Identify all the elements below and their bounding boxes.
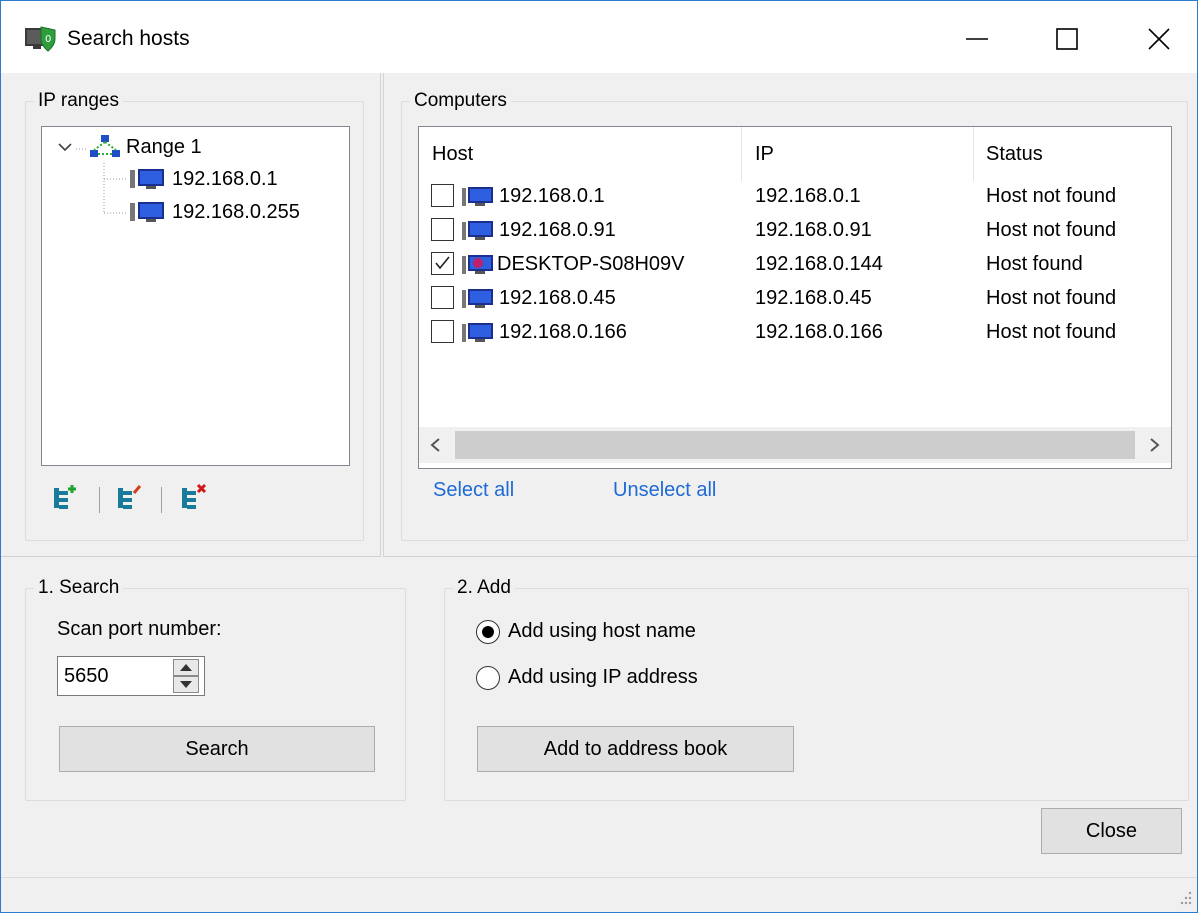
host-cell: DESKTOP-S08H09V xyxy=(497,253,685,275)
select-all-link[interactable]: Select all xyxy=(433,479,514,502)
tree-node-ip-start[interactable]: 192.168.0.1 xyxy=(128,164,278,194)
scroll-right-icon[interactable] xyxy=(1137,427,1171,463)
toolbar-separator xyxy=(99,487,100,513)
close-window-button[interactable] xyxy=(1139,19,1179,59)
list-header: Host IP Status xyxy=(419,127,1171,181)
computers-legend: Computers xyxy=(410,89,511,113)
status-cell: Host not found xyxy=(986,219,1117,241)
radio-hostname-label[interactable]: Add using host name xyxy=(508,620,696,643)
row-checkbox[interactable] xyxy=(431,320,454,343)
column-header-host[interactable]: Host xyxy=(432,143,473,166)
table-row[interactable]: 192.168.0.45 192.168.0.45 Host not found xyxy=(419,282,1171,316)
monitor-icon xyxy=(130,169,164,189)
unselect-all-link[interactable]: Unselect all xyxy=(613,479,716,502)
monitor-icon xyxy=(462,187,493,206)
radio-ip-label[interactable]: Add using IP address xyxy=(508,666,698,689)
toolbar-separator xyxy=(161,487,162,513)
scroll-left-icon[interactable] xyxy=(419,427,453,463)
minimize-button[interactable] xyxy=(957,19,997,59)
monitor-icon xyxy=(462,221,493,240)
tree-node-ip-end[interactable]: 192.168.0.255 xyxy=(128,197,300,227)
radio-selected-dot xyxy=(482,626,494,638)
maximize-button[interactable] xyxy=(1047,19,1087,59)
table-row[interactable]: 192.168.0.166 192.168.0.166 Host not fou… xyxy=(419,316,1171,350)
table-row[interactable]: 192.168.0.91 192.168.0.91 Host not found xyxy=(419,214,1171,248)
host-cell: 192.168.0.91 xyxy=(499,219,616,241)
ip-cell: 192.168.0.166 xyxy=(755,321,883,343)
radio-add-ip[interactable] xyxy=(476,666,500,690)
status-bar xyxy=(1,877,1197,912)
table-row[interactable]: 192.168.0.1 192.168.0.1 Host not found xyxy=(419,180,1171,214)
column-divider[interactable] xyxy=(973,127,974,181)
status-cell: Host not found xyxy=(986,287,1117,309)
host-cell: 192.168.0.1 xyxy=(499,185,605,207)
vertical-splitter[interactable] xyxy=(380,73,384,557)
window-title: Search hosts xyxy=(67,27,190,50)
resize-grip-icon[interactable] xyxy=(1175,889,1193,907)
ip-ranges-tree[interactable]: Range 1 192.168.0.1 192.168.0.255 xyxy=(41,126,350,466)
host-cell: 192.168.0.45 xyxy=(499,287,616,309)
network-icon xyxy=(90,135,120,157)
search-button[interactable]: Search xyxy=(59,726,375,772)
search-legend: 1. Search xyxy=(34,576,124,600)
radio-add-hostname[interactable] xyxy=(476,620,500,644)
delete-range-icon[interactable] xyxy=(179,483,207,513)
status-cell: Host found xyxy=(986,253,1083,275)
close-button[interactable]: Close xyxy=(1041,808,1182,854)
column-header-ip[interactable]: IP xyxy=(755,143,774,166)
computers-list[interactable]: Host IP Status 192.168.0.1 192.168.0.1 H… xyxy=(418,126,1172,469)
row-checkbox[interactable] xyxy=(431,286,454,309)
status-cell: Host not found xyxy=(986,321,1117,343)
row-checkbox-checked[interactable] xyxy=(431,252,454,275)
monitor-icon xyxy=(130,202,164,222)
checkmark-icon xyxy=(435,256,450,270)
column-header-status[interactable]: Status xyxy=(986,143,1043,166)
tree-node-range[interactable]: Range 1 xyxy=(56,132,202,162)
monitor-icon xyxy=(462,289,493,308)
shield-monitor-icon: 0 xyxy=(25,26,56,52)
add-range-icon[interactable] xyxy=(51,483,79,513)
host-cell: 192.168.0.166 xyxy=(499,321,627,343)
tree-child-label: 192.168.0.1 xyxy=(172,167,278,190)
scrollbar-thumb[interactable] xyxy=(455,431,1135,459)
ip-cell: 192.168.0.1 xyxy=(755,185,861,207)
add-legend: 2. Add xyxy=(453,576,515,600)
title-bar[interactable]: 0 Search hosts xyxy=(1,1,1197,73)
search-hosts-window: 0 Search hosts IP ranges Range 1 192.168… xyxy=(0,0,1198,913)
table-row[interactable]: DESKTOP-S08H09V 192.168.0.144 Host found xyxy=(419,248,1171,282)
chevron-down-icon[interactable] xyxy=(56,139,74,155)
add-to-address-book-button[interactable]: Add to address book xyxy=(477,726,794,772)
monitor-icon xyxy=(462,323,493,342)
ip-cell: 192.168.0.45 xyxy=(755,287,872,309)
edit-range-icon[interactable] xyxy=(115,483,143,513)
monitor-found-icon xyxy=(462,255,493,274)
tree-range-label: Range 1 xyxy=(126,135,202,158)
horizontal-scrollbar[interactable] xyxy=(419,427,1171,463)
tree-child-label: 192.168.0.255 xyxy=(172,200,300,223)
ip-cell: 192.168.0.144 xyxy=(755,253,883,275)
ip-ranges-legend: IP ranges xyxy=(34,89,123,113)
status-cell: Host not found xyxy=(986,185,1117,207)
scan-port-label: Scan port number: xyxy=(57,618,222,640)
column-divider[interactable] xyxy=(741,127,742,181)
row-checkbox[interactable] xyxy=(431,218,454,241)
row-checkbox[interactable] xyxy=(431,184,454,207)
ip-cell: 192.168.0.91 xyxy=(755,219,872,241)
svg-text:0: 0 xyxy=(45,34,51,45)
port-stepper[interactable] xyxy=(173,659,199,693)
